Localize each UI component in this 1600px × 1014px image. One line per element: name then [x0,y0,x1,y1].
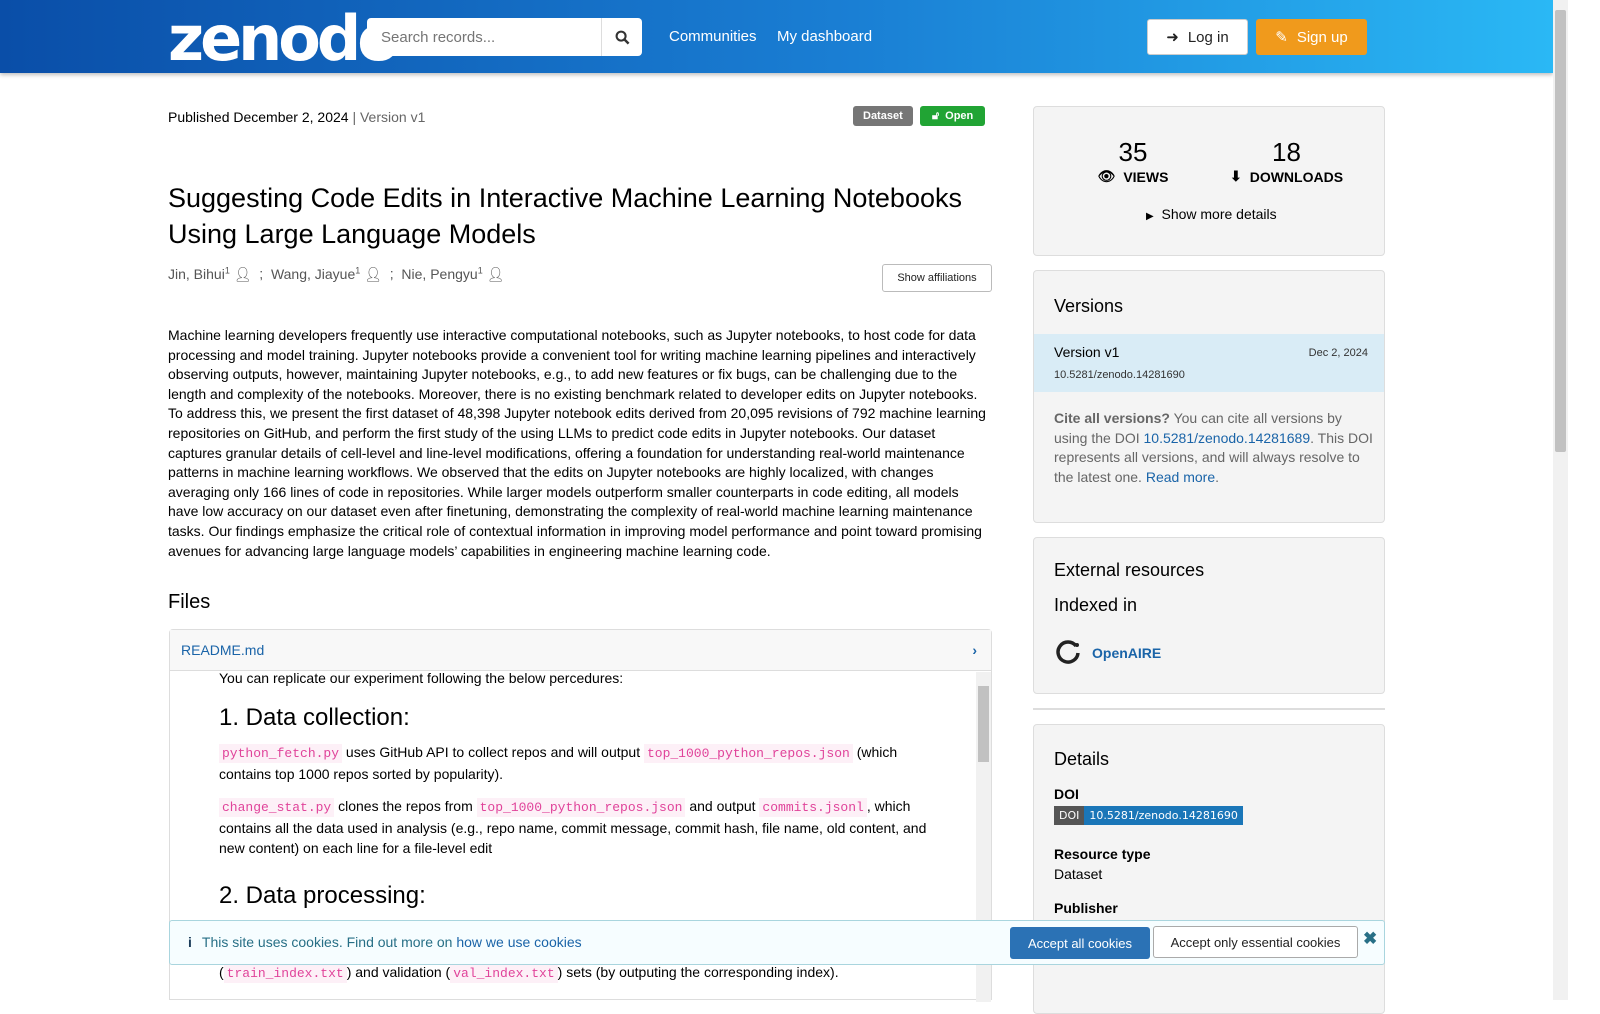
person-icon: 👤︎ [364,265,382,282]
file-name[interactable]: README.md [181,642,264,658]
read-more-link[interactable]: Read more [1146,469,1215,485]
show-affiliations-button[interactable]: Show affiliations [882,264,992,292]
versions-card: Versions Version v1 Dec 2, 2024 10.5281/… [1033,270,1385,523]
accept-essential-cookies-button[interactable]: Accept only essential cookies [1153,926,1358,958]
readme-intro: You can replicate our experiment followi… [219,670,624,686]
page-scrollbar[interactable] [1553,0,1568,1000]
signup-label: Sign up [1296,28,1348,46]
resource-type-value: Dataset [1054,866,1103,882]
signup-button[interactable]: ✎ Sign up [1256,19,1367,55]
nav-my-dashboard[interactable]: My dashboard [777,28,872,45]
search-input[interactable] [367,18,601,56]
login-label: Log in [1187,28,1229,46]
external-resources-card: External resources Indexed in OpenAIRE [1033,537,1385,694]
external-heading: External resources [1054,560,1205,580]
stats-card: 35 👁︎ VIEWS 18 ⬇︎ DOWNLOADS ▶ Show more deta… [1033,106,1385,256]
author[interactable]: Wang, Jiayue1 👤︎ [271,265,382,282]
version-item[interactable]: Version v1 Dec 2, 2024 10.5281/zenodo.14… [1034,334,1384,392]
doi-label: DOI [1054,786,1079,802]
nav-communities[interactable]: Communities [669,28,757,45]
person-icon: 👤︎ [486,265,505,282]
indexed-in-heading: Indexed in [1054,595,1138,615]
concept-doi-link[interactable]: 10.5281/zenodo.14281689 [1144,430,1311,446]
person-icon: 👤︎ [233,265,252,282]
views-stat: 35 👁︎ VIEWS [1097,137,1169,185]
author[interactable]: Jin, Bihui1 👤︎ [168,265,252,282]
version-label: | Version v1 [352,109,426,125]
chevron-right-icon: › [972,642,977,658]
badge-label: Open [945,110,974,122]
cookie-banner: i This site uses cookies. Find out more o… [169,920,1385,965]
details-card: Details DOI DOI 10.5281/zenodo.14281690 R… [1033,724,1385,1014]
search-icon [615,30,629,44]
record-title: Suggesting Code Edits in Interactive Mac… [168,183,962,249]
resource-type-label: Resource type [1054,846,1151,862]
readme-paragraph: (train_index.txt) and validation (val_in… [219,964,839,983]
search-bar [367,18,642,56]
details-heading: Details [1054,749,1110,769]
search-button[interactable] [601,18,642,56]
access-badge: 🔓︎ Open [920,106,986,126]
downloads-stat: 18 ⬇︎ DOWNLOADS [1229,137,1344,185]
sign-in-icon: ➜ [1166,29,1179,46]
publisher-label: Publisher [1054,900,1118,916]
top-navbar: zenodo Communities My dashboard ➜Log in … [0,0,1553,75]
readme-heading: 1. Data collection: [219,704,410,731]
publication-info: Published December 2, 2024 | Version v1 [168,109,425,125]
readme-paragraph: change_stat.py clones the repos from top… [219,798,927,856]
login-button[interactable]: ➜ Log in [1147,19,1248,55]
versions-heading: Versions [1054,296,1124,316]
close-icon[interactable]: ✖ [1363,929,1377,949]
readme-paragraph: python_fetch.py uses GitHub API to colle… [219,744,898,782]
resource-type-badge: Dataset [853,106,913,126]
divider [1033,708,1385,710]
readme-header[interactable]: README.md › [170,630,991,671]
openaire-link[interactable]: OpenAIRE [1056,640,1161,666]
cookie-text: This site uses cookies. Find out more on [201,934,457,950]
download-icon: ⬇︎ [1229,168,1242,184]
unlock-icon: 🔓︎ [932,109,940,122]
accept-all-cookies-button[interactable]: Accept all cookies [1010,927,1150,959]
cite-all-versions: Cite all versions? You can cite all vers… [1054,410,1373,485]
eye-icon: 👁︎ [1097,168,1116,184]
edit-icon: ✎ [1275,29,1288,46]
info-icon: i [188,934,192,950]
files-heading: Files [168,591,211,613]
author-list: Jin, Bihui1 👤︎ ; Wang, Jiayue1 👤︎ ; Nie,… [168,265,505,282]
badge-label: Dataset [863,110,903,122]
openaire-icon [1056,640,1080,664]
author[interactable]: Nie, Pengyu1 👤︎ [401,265,505,282]
zenodo-logo[interactable]: zenodo [168,2,400,75]
published-date: Published December 2, 2024 [168,109,349,125]
show-more-details[interactable]: ▶ Show more details [1146,206,1277,222]
readme-heading: 2. Data processing: [219,882,426,909]
caret-right-icon: ▶ [1146,211,1154,222]
cookie-policy-link[interactable]: how we use cookies [456,934,581,950]
doi-badge[interactable]: DOI 10.5281/zenodo.14281690 [1054,806,1243,825]
abstract: Machine learning developers frequently u… [168,327,986,559]
